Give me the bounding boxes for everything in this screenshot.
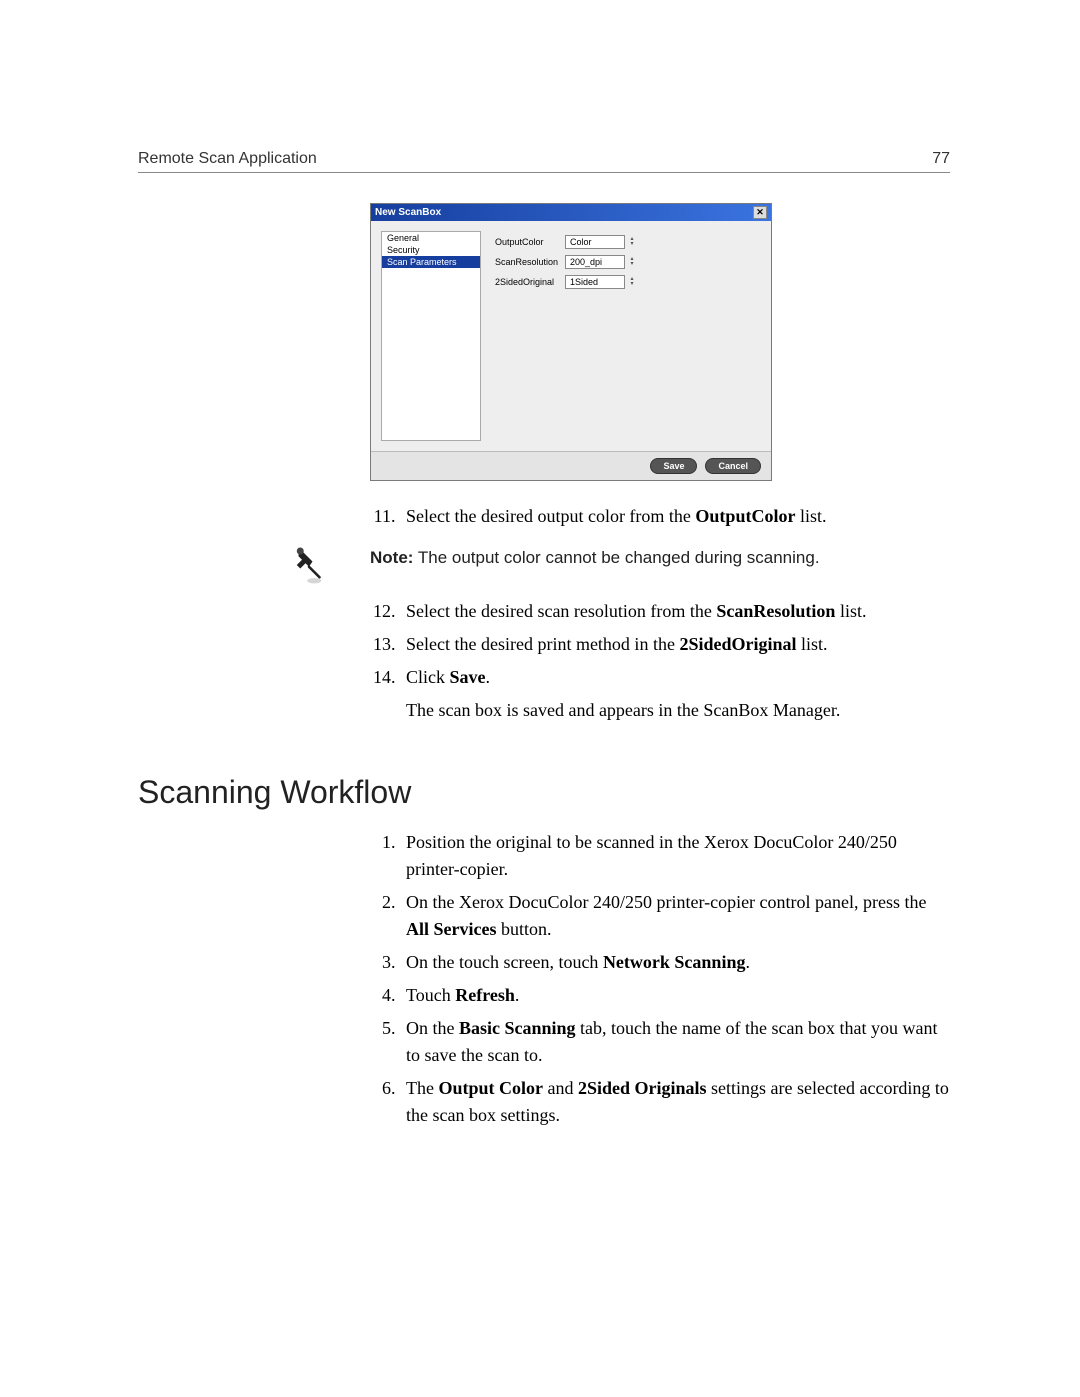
- workflow-step-1: Position the original to be scanned in t…: [400, 829, 950, 883]
- step-14-sub: The scan box is saved and appears in the…: [406, 697, 950, 724]
- output-color-row: OutputColor Color ▴▾: [495, 235, 637, 249]
- sidebar-item-general[interactable]: General: [382, 232, 480, 244]
- workflow-column: Position the original to be scanned in t…: [370, 829, 950, 1129]
- save-button[interactable]: Save: [650, 458, 697, 474]
- step-14: Click Save. The scan box is saved and ap…: [400, 664, 950, 724]
- scan-resolution-select[interactable]: 200_dpi: [565, 255, 625, 269]
- scanning-workflow-heading: Scanning Workflow: [138, 774, 950, 811]
- workflow-step-6: The Output Color and 2Sided Originals se…: [400, 1075, 950, 1129]
- workflow-step-3: On the touch screen, touch Network Scann…: [400, 949, 950, 976]
- dialog-body: General Security Scan Parameters OutputC…: [371, 221, 771, 451]
- step-13: Select the desired print method in the 2…: [400, 631, 950, 658]
- workflow-step-2: On the Xerox DocuColor 240/250 printer-c…: [400, 889, 950, 943]
- close-icon[interactable]: ✕: [753, 206, 767, 219]
- output-color-select[interactable]: Color: [565, 235, 625, 249]
- new-scanbox-dialog: New ScanBox ✕ General Security Scan Para…: [370, 203, 772, 481]
- stepper-icon[interactable]: ▴▾: [627, 277, 637, 287]
- scan-parameters-panel: OutputColor Color ▴▾ ScanResolution 200_…: [495, 231, 637, 441]
- dialog-footer: Save Cancel: [371, 451, 771, 480]
- content-column: New ScanBox ✕ General Security Scan Para…: [370, 203, 950, 724]
- header-title: Remote Scan Application: [138, 150, 317, 168]
- workflow-step-5: On the Basic Scanning tab, touch the nam…: [400, 1015, 950, 1069]
- note: Note: The output color cannot be changed…: [370, 548, 950, 568]
- two-sided-label: 2SidedOriginal: [495, 277, 565, 287]
- two-sided-row: 2SidedOriginal 1Sided ▴▾: [495, 275, 637, 289]
- output-color-label: OutputColor: [495, 237, 565, 247]
- scan-resolution-label: ScanResolution: [495, 257, 565, 267]
- page-number: 77: [932, 150, 950, 168]
- note-text: Note: The output color cannot be changed…: [370, 548, 820, 567]
- steps-list-a: Select the desired output color from the…: [140, 503, 950, 530]
- stepper-icon[interactable]: ▴▾: [627, 257, 637, 267]
- sidebar-item-security[interactable]: Security: [382, 244, 480, 256]
- step-11: Select the desired output color from the…: [400, 503, 950, 530]
- dialog-title: New ScanBox: [375, 207, 441, 218]
- dialog-titlebar: New ScanBox ✕: [371, 204, 771, 221]
- cancel-button[interactable]: Cancel: [705, 458, 761, 474]
- step-12: Select the desired scan resolution from …: [400, 598, 950, 625]
- two-sided-select[interactable]: 1Sided: [565, 275, 625, 289]
- scan-resolution-row: ScanResolution 200_dpi ▴▾: [495, 255, 637, 269]
- stepper-icon[interactable]: ▴▾: [627, 237, 637, 247]
- sidebar-item-scan-parameters[interactable]: Scan Parameters: [382, 256, 480, 268]
- workflow-step-4: Touch Refresh.: [400, 982, 950, 1009]
- page-header: Remote Scan Application 77: [138, 150, 950, 173]
- pushpin-icon: [288, 544, 330, 586]
- dialog-sidebar: General Security Scan Parameters: [381, 231, 481, 441]
- workflow-steps: Position the original to be scanned in t…: [140, 829, 950, 1129]
- steps-list-b: Select the desired scan resolution from …: [140, 598, 950, 724]
- document-page: Remote Scan Application 77 New ScanBox ✕…: [0, 0, 1080, 1397]
